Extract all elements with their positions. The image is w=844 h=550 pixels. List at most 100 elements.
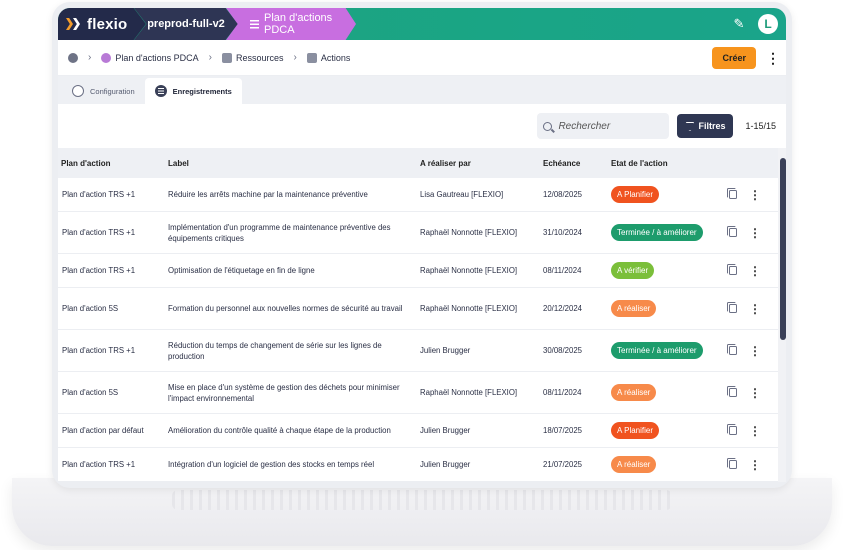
copy-icon[interactable] <box>726 225 737 237</box>
cell-label: Mise en place d'un système de gestion de… <box>168 382 400 403</box>
row-menu-icon[interactable]: ⋮ <box>749 425 761 437</box>
cell-status: A réaliser <box>611 300 729 317</box>
table-row[interactable]: Plan d'action TRS +1 Réduire les arrêts m… <box>58 178 786 212</box>
search-placeholder: Rechercher <box>558 120 611 132</box>
notification-bell-icon[interactable]: ✎ <box>732 17 746 31</box>
table-header: Plan d'action Label A réaliser par Echéa… <box>58 148 786 178</box>
cell-owner: Julien Brugger <box>420 346 471 355</box>
status-badge: Terminée / à améliorer <box>611 224 703 241</box>
environment-tag[interactable]: preprod-full-v2 <box>134 8 238 40</box>
header-due[interactable]: Echéance <box>543 159 611 168</box>
tab-enregistrements[interactable]: Enregistrements <box>144 78 242 104</box>
copy-icon[interactable] <box>726 263 737 275</box>
chevron-right-icon: › <box>88 52 92 63</box>
header-owner[interactable]: A réaliser par <box>420 159 543 168</box>
create-button[interactable]: Créer <box>712 46 756 69</box>
row-menu-icon[interactable]: ⋮ <box>749 459 761 471</box>
cell-status: Terminée / à améliorer <box>611 342 729 359</box>
row-menu-icon[interactable]: ⋮ <box>749 227 761 239</box>
row-menu-icon[interactable]: ⋮ <box>749 189 761 201</box>
cell-label: Optimisation de l'étiquetage en fin de l… <box>168 266 315 275</box>
cell-plan: Plan d'action 5S <box>62 304 119 313</box>
records-table: Plan d'action Label A réaliser par Echéa… <box>58 148 786 482</box>
header-status[interactable]: Etat de l'action <box>611 159 729 168</box>
cell-owner: Raphaël Nonnotte [FLEXIO] <box>420 228 518 237</box>
tab-label: Enregistrements <box>172 86 232 96</box>
cell-plan: Plan d'action TRS +1 <box>62 346 136 355</box>
row-menu-icon[interactable]: ⋮ <box>749 265 761 277</box>
search-input[interactable]: Rechercher <box>537 113 670 139</box>
cell-plan: Plan d'action TRS +1 <box>62 190 136 199</box>
copy-icon[interactable] <box>726 457 737 469</box>
table-row[interactable]: Plan d'action TRS +1 Intégration d'un log… <box>58 448 786 482</box>
breadcrumb-item-app[interactable]: Plan d'actions PDCA <box>115 53 198 63</box>
laptop-base <box>12 478 832 546</box>
logo-text: flexio <box>87 15 128 33</box>
copy-icon[interactable] <box>726 187 737 199</box>
table-row[interactable]: Plan d'action TRS +1 Réduction du temps d… <box>58 330 786 372</box>
table-body: Plan d'action TRS +1 Réduire les arrêts m… <box>58 178 786 482</box>
table-row[interactable]: Plan d'action TRS +1 Implémentation d'un … <box>58 212 786 254</box>
tab-configuration[interactable]: Configuration <box>62 78 145 104</box>
row-menu-icon[interactable]: ⋮ <box>749 303 761 315</box>
cell-plan: Plan d'action TRS +1 <box>62 460 136 469</box>
table-row[interactable]: Plan d'action par défaut Amélioration du … <box>58 414 786 448</box>
header-plan[interactable]: Plan d'action <box>58 159 168 168</box>
app-icon <box>101 52 112 63</box>
breadcrumb-item-resources[interactable]: Ressources <box>236 53 284 63</box>
breadcrumb: › Plan d'actions PDCA › Ressources › Act… <box>68 52 350 63</box>
app-tag[interactable]: Plan d'actions PDCA <box>226 8 356 40</box>
logo[interactable]: flexio <box>58 8 146 40</box>
status-badge: Terminée / à améliorer <box>611 342 703 359</box>
app-tag-label: Plan d'actions PDCA <box>264 12 333 36</box>
cell-label: Formation du personnel aux nouvelles nor… <box>168 304 403 313</box>
table-row[interactable]: Plan d'action 5S Mise en place d'un systè… <box>58 372 786 414</box>
more-options-icon[interactable]: ⋮ <box>766 51 780 65</box>
cell-owner: Julien Brugger <box>420 426 471 435</box>
cell-label: Réduire les arrêts machine par la mainte… <box>168 190 368 199</box>
cell-due: 30/08/2025 <box>543 346 583 355</box>
tab-bar: Configuration Enregistrements <box>58 76 786 104</box>
copy-icon[interactable] <box>726 301 737 313</box>
breadcrumb-bar: › Plan d'actions PDCA › Ressources › Act… <box>58 40 786 76</box>
cell-owner: Raphaël Nonnotte [FLEXIO] <box>420 388 518 397</box>
cell-status: A réaliser <box>611 384 729 401</box>
copy-icon[interactable] <box>726 343 737 355</box>
status-badge: A réaliser <box>611 384 657 401</box>
header-label[interactable]: Label <box>168 158 420 169</box>
avatar[interactable]: L <box>758 14 778 34</box>
cell-owner: Raphaël Nonnotte [FLEXIO] <box>420 266 518 275</box>
cell-status: A vérifier <box>611 262 729 279</box>
table-row[interactable]: Plan d'action TRS +1 Optimisation de l'ét… <box>58 254 786 288</box>
top-bar: flexio preprod-full-v2 Plan d'actions PD… <box>58 8 786 40</box>
cell-due: 12/08/2025 <box>543 190 583 199</box>
search-icon <box>543 121 553 131</box>
pagination-count: 1-15/15 <box>745 121 776 131</box>
cell-due: 31/10/2024 <box>543 228 583 237</box>
status-badge: A vérifier <box>611 262 655 279</box>
cell-label: Amélioration du contrôle qualité à chaqu… <box>168 426 391 435</box>
copy-icon[interactable] <box>726 385 737 397</box>
app-window: flexio preprod-full-v2 Plan d'actions PD… <box>58 8 786 482</box>
laptop-screen: flexio preprod-full-v2 Plan d'actions PD… <box>52 2 792 488</box>
cell-plan: Plan d'action TRS +1 <box>62 228 136 237</box>
row-menu-icon[interactable]: ⋮ <box>749 345 761 357</box>
cell-status: A Planifier <box>611 422 729 439</box>
scrollbar-thumb[interactable] <box>780 158 786 340</box>
table-row[interactable]: Plan d'action 5S Formation du personnel a… <box>58 288 786 330</box>
list-icon <box>154 85 167 97</box>
cell-status: Terminée / à améliorer <box>611 224 729 241</box>
cell-label: Intégration d'un logiciel de gestion des… <box>168 460 375 469</box>
funnel-icon <box>685 121 695 131</box>
filters-button[interactable]: Filtres <box>677 114 734 138</box>
copy-icon[interactable] <box>726 423 737 435</box>
status-badge: A Planifier <box>611 186 660 203</box>
filters-label: Filtres <box>698 121 726 131</box>
breadcrumb-item-actions[interactable]: Actions <box>321 53 351 63</box>
flexio-logo-icon <box>66 17 82 31</box>
cell-plan: Plan d'action 5S <box>62 388 119 397</box>
cell-due: 20/12/2024 <box>543 304 583 313</box>
row-menu-icon[interactable]: ⋮ <box>749 387 761 399</box>
cell-due: 08/11/2024 <box>543 266 582 275</box>
home-icon[interactable] <box>68 52 78 63</box>
